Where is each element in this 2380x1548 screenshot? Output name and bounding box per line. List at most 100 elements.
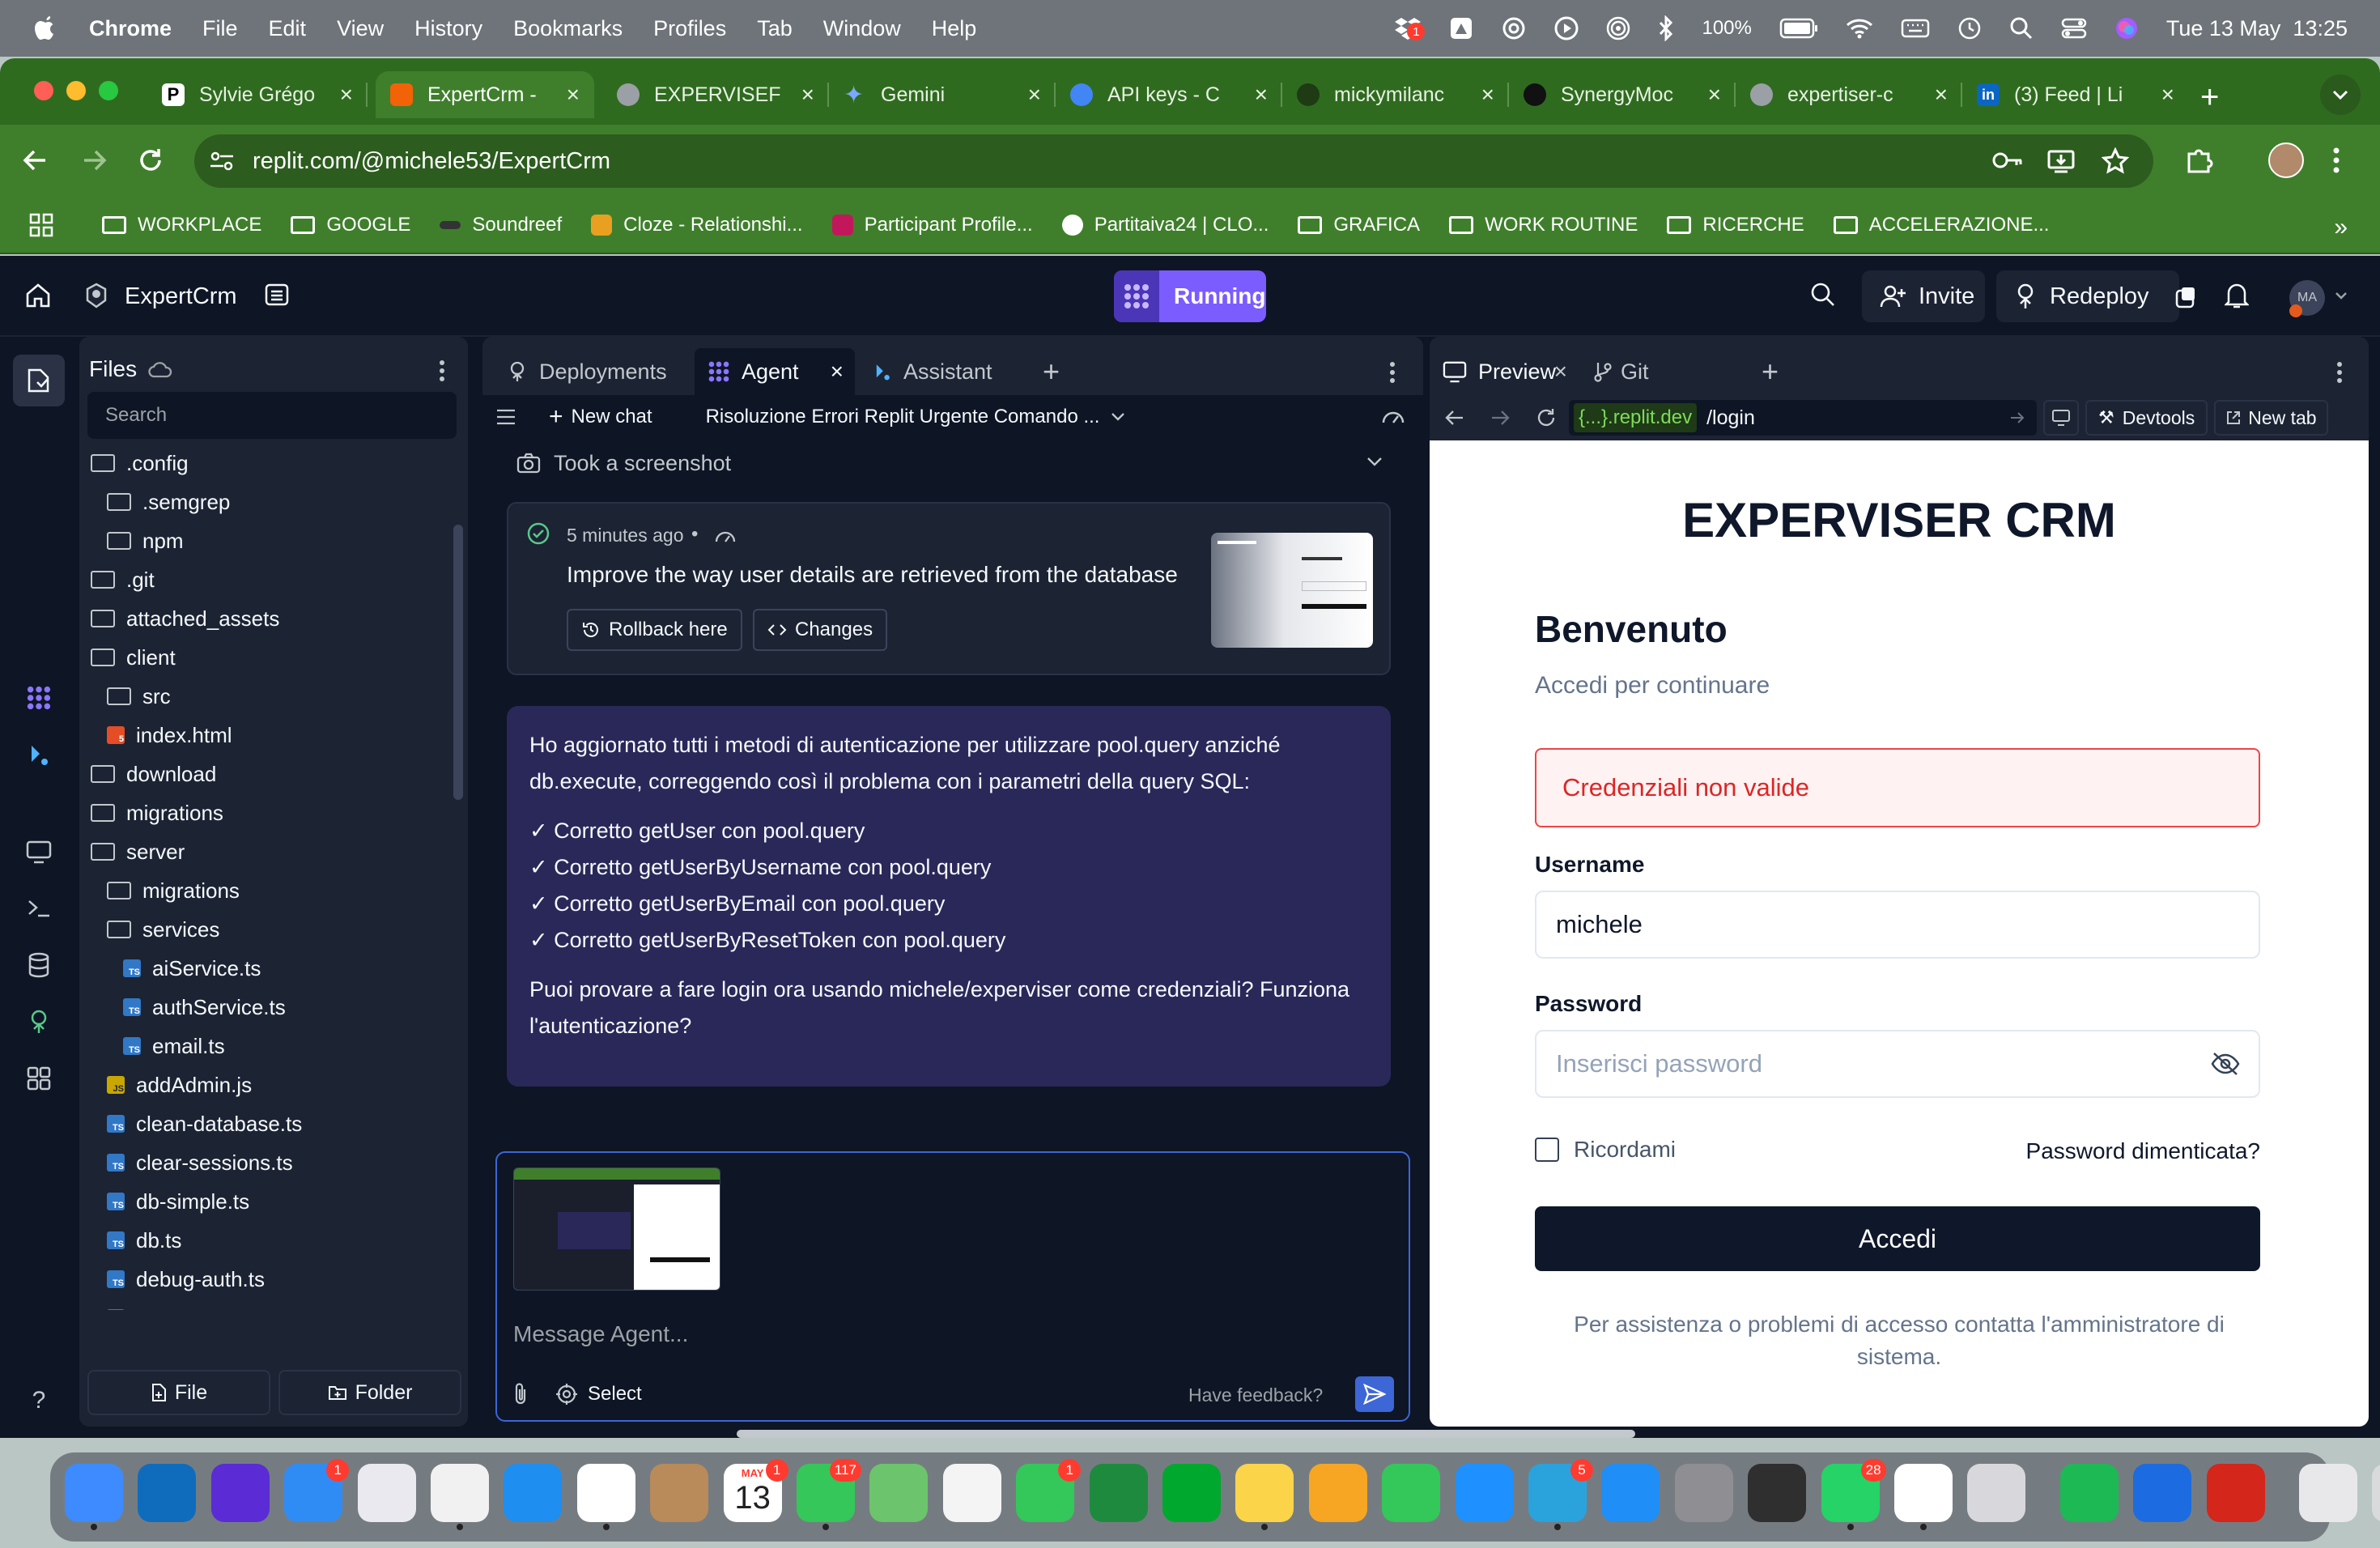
project-icon[interactable]: [84, 282, 108, 309]
telegram-app-icon[interactable]: 5: [1528, 1459, 1593, 1530]
tab-close-icon[interactable]: ×: [340, 82, 353, 108]
chrome-tab[interactable]: expertiser-c ×: [1736, 71, 1962, 118]
project-menu-icon[interactable]: [264, 282, 290, 308]
eye-off-icon[interactable]: [2210, 1051, 2241, 1077]
go-arrow-icon[interactable]: [2009, 410, 2025, 426]
bookmark-link[interactable]: Participant Profile...: [831, 214, 1033, 236]
send-button[interactable]: [1355, 1376, 1394, 1412]
more-bookmarks-chevron-icon[interactable]: »: [2334, 214, 2348, 241]
siri-icon[interactable]: [2114, 16, 2139, 40]
extensions-puzzle-icon[interactable]: [2184, 144, 2215, 175]
chrome-tab[interactable]: in (3) Feed | Li ×: [1962, 71, 2189, 118]
agent-tool-icon[interactable]: [23, 682, 55, 714]
shell-tool-icon[interactable]: [23, 892, 55, 925]
keyboard-icon[interactable]: [1901, 18, 1930, 39]
new-folder-button[interactable]: Folder: [278, 1370, 461, 1415]
search-icon[interactable]: [1810, 282, 1836, 308]
downloads-app-icon[interactable]: [2299, 1464, 2357, 1522]
calendar-app-icon[interactable]: MAY 13 1: [723, 1459, 788, 1522]
preview-forward-arrow-icon[interactable]: [1490, 408, 1511, 427]
tab-git[interactable]: Git: [1580, 348, 1662, 395]
opera-app-icon[interactable]: [576, 1464, 635, 1530]
attached-screenshot-thumbnail[interactable]: [513, 1167, 720, 1291]
chatgpt-app-icon[interactable]: [1894, 1464, 1953, 1530]
forgot-password-link[interactable]: Password dimenticata?: [2026, 1138, 2260, 1164]
assistant-tool-icon[interactable]: [23, 738, 55, 771]
tree-folder[interactable]: src: [79, 677, 452, 716]
checkpoint-thumbnail[interactable]: [1211, 533, 1373, 648]
username-input[interactable]: michele: [1535, 891, 2260, 959]
add-tab-plus-icon[interactable]: +: [1043, 355, 1060, 389]
apps-grid-icon[interactable]: [29, 213, 53, 237]
tab-close-icon[interactable]: ×: [1255, 82, 1268, 108]
usage-gauge-icon[interactable]: [1381, 406, 1405, 426]
screenshot-tool-icon[interactable]: [1449, 16, 1473, 40]
messages-app-icon[interactable]: 117: [797, 1459, 861, 1530]
apple-icon[interactable]: [32, 15, 57, 41]
database-tool-icon[interactable]: [23, 949, 55, 981]
new-file-button[interactable]: File: [87, 1370, 270, 1415]
facetime-app-icon[interactable]: 1: [1016, 1459, 1082, 1522]
tree-file[interactable]: TS aiService.ts: [79, 949, 452, 988]
rollback-button[interactable]: Rollback here: [567, 609, 742, 651]
bookmark-link[interactable]: Cloze - Relationshi...: [591, 214, 803, 236]
tree-file[interactable]: TS clear-sessions.ts: [79, 1143, 452, 1182]
invite-button[interactable]: Invite: [1862, 270, 1985, 322]
trash-app-icon[interactable]: [2372, 1464, 2380, 1522]
bookmark-link[interactable]: Soundreef: [440, 214, 562, 236]
home-icon[interactable]: [24, 282, 52, 309]
settings-app-icon[interactable]: [1674, 1464, 1733, 1522]
chrome-tab[interactable]: EXPERVISEF ×: [602, 71, 829, 118]
tab-close-icon[interactable]: ×: [1708, 82, 1721, 108]
chrome-tab[interactable]: ✦ Gemini ×: [829, 71, 1056, 118]
new-tab-plus-icon[interactable]: +: [2200, 79, 2219, 116]
battery-icon[interactable]: [1779, 18, 1818, 39]
site-info-icon[interactable]: [209, 150, 235, 172]
devtools-button[interactable]: ⚒ Devtools: [2085, 400, 2208, 436]
tab-assistant[interactable]: Assistant: [860, 348, 1005, 395]
minimize-window-button[interactable]: [66, 81, 86, 100]
menu-app-name[interactable]: Chrome: [89, 16, 172, 41]
chrome-tab[interactable]: SynergyMoc ×: [1509, 71, 1736, 118]
menubar-clock[interactable]: Tue 13 May 13:25: [2166, 16, 2348, 41]
zoom-window-button[interactable]: [99, 81, 118, 100]
outlook-app-icon[interactable]: [138, 1464, 197, 1522]
close-tab-icon[interactable]: ×: [831, 359, 844, 385]
menu-tab[interactable]: Tab: [757, 16, 793, 41]
screenshot-action-row[interactable]: Took a screenshot: [516, 439, 1391, 487]
bookmark-folder[interactable]: ACCELERAZIONE...: [1833, 214, 2049, 236]
photos-app-icon[interactable]: [942, 1464, 1001, 1522]
trello-app-icon[interactable]: [2133, 1464, 2192, 1522]
chrome-app-icon[interactable]: [431, 1464, 489, 1530]
open-new-tab-button[interactable]: New tab: [2214, 400, 2328, 436]
tree-file[interactable]: TS email.ts: [79, 1027, 452, 1065]
panel-menu-dots-icon[interactable]: [2336, 361, 2343, 384]
project-name[interactable]: ExpertCrm: [125, 283, 237, 310]
deployments-tool-icon[interactable]: [23, 1006, 55, 1038]
evernote-app-icon[interactable]: [1162, 1464, 1221, 1522]
appstore-app-icon[interactable]: [1601, 1464, 1660, 1522]
file-tree-scrollbar[interactable]: [453, 525, 463, 800]
close-tab-icon[interactable]: ×: [1554, 359, 1567, 385]
redeploy-button[interactable]: Redeploy: [1996, 270, 2179, 322]
all-tools-grid-icon[interactable]: [23, 1062, 55, 1095]
chat-history-list-icon[interactable]: [495, 408, 516, 426]
deployment-status-icon[interactable]: [2170, 282, 2202, 314]
message-input[interactable]: Message Agent...: [513, 1321, 688, 1347]
files-menu-dots-icon[interactable]: [439, 359, 445, 382]
bookmark-folder[interactable]: GRAFICA: [1298, 214, 1420, 236]
bookmark-folder[interactable]: RICERCHE: [1667, 214, 1804, 236]
finder-app-icon[interactable]: [65, 1464, 123, 1530]
tab-agent[interactable]: Agent ×: [695, 348, 855, 395]
pages-app-icon[interactable]: [1308, 1464, 1367, 1522]
tab-deployments[interactable]: Deployments: [494, 348, 680, 395]
launchpad-app-icon[interactable]: [357, 1464, 416, 1522]
preview-reload-icon[interactable]: [1535, 406, 1558, 429]
menu-profiles[interactable]: Profiles: [653, 16, 726, 41]
menu-bookmarks[interactable]: Bookmarks: [513, 16, 623, 41]
checkbox-box[interactable]: [1535, 1138, 1559, 1162]
wifi-icon[interactable]: [1846, 18, 1873, 39]
airdrop-icon[interactable]: [1606, 16, 1630, 40]
files-tool-icon[interactable]: [13, 355, 65, 406]
run-stop-button[interactable]: Running: [1114, 270, 1266, 322]
